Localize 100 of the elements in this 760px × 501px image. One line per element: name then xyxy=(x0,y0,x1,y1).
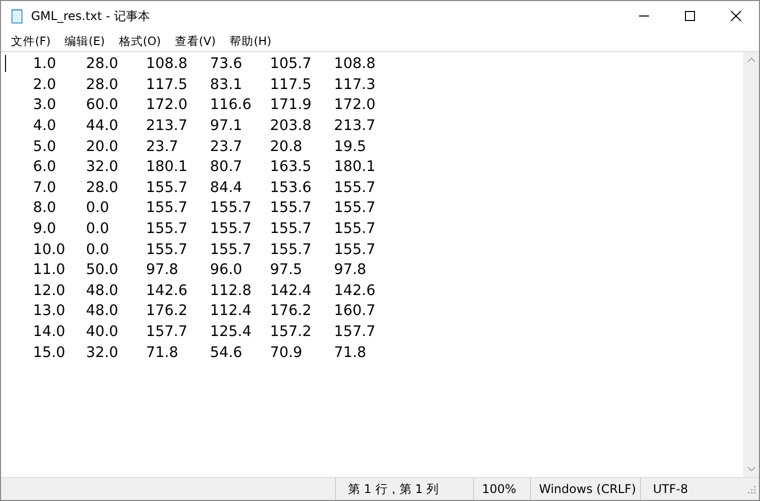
text-value: 32.0 xyxy=(86,159,120,176)
text-value: 44.0 xyxy=(86,118,120,134)
text-value: 28.0 xyxy=(86,56,120,72)
text-value: 83.1 xyxy=(210,76,244,93)
text-value: 105.7 xyxy=(270,56,313,72)
text-value: 48.0 xyxy=(86,282,120,299)
text-value: 112.4 xyxy=(210,303,253,320)
text-value: 171.9 xyxy=(270,97,313,114)
text-value: 12.0 xyxy=(33,282,66,299)
text-value: 160.7 xyxy=(334,303,377,320)
text-value: 157.7 xyxy=(334,324,377,340)
text-value: 84.4 xyxy=(210,180,244,196)
text-value: 180.1 xyxy=(146,159,189,176)
text-value: 155.7 xyxy=(270,221,313,238)
text-value: 97.1 xyxy=(210,118,244,134)
text-value: 5.0 xyxy=(33,138,58,155)
text-value: 157.2 xyxy=(270,324,313,340)
line-ending: Windows (CRLF) xyxy=(530,478,640,500)
text-value: 6.0 xyxy=(33,159,58,176)
text-value: 4.0 xyxy=(33,118,58,134)
text-value: 155.7 xyxy=(334,221,377,238)
text-value: 213.7 xyxy=(146,118,189,134)
text-value: 73.6 xyxy=(210,56,244,72)
menu-item[interactable]: 帮助(H) xyxy=(224,34,278,48)
text-value: 32.0 xyxy=(86,344,120,361)
text-value: 2.0 xyxy=(33,76,58,93)
text-value: 117.5 xyxy=(270,76,313,93)
text-value: 3.0 xyxy=(33,97,58,114)
text-value: 112.8 xyxy=(210,282,253,299)
text-value: 155.7 xyxy=(270,200,313,216)
text-value: 15.0 xyxy=(33,344,66,361)
text-value: 7.0 xyxy=(33,180,58,196)
text-value: 71.8 xyxy=(334,344,368,361)
text-value: 96.0 xyxy=(210,262,244,278)
text-value: 155.7 xyxy=(146,221,189,238)
notepad-icon xyxy=(9,8,25,24)
text-value: 108.8 xyxy=(146,56,189,72)
resize-grip-icon[interactable] xyxy=(746,484,756,494)
text-value: 40.0 xyxy=(86,324,120,340)
text-value: 117.3 xyxy=(334,76,377,93)
text-value: 11.0 xyxy=(33,262,66,278)
text-value: 155.7 xyxy=(210,200,253,216)
text-value: 155.7 xyxy=(334,242,377,258)
text-value: 153.6 xyxy=(270,180,313,196)
text-value: 23.7 xyxy=(210,138,244,155)
text-value: 172.0 xyxy=(334,97,377,114)
text-value: 155.7 xyxy=(334,180,377,196)
text-value: 176.2 xyxy=(270,303,313,320)
menu-item[interactable]: 文件(F) xyxy=(5,34,57,48)
text-value: 50.0 xyxy=(86,262,120,278)
text-value: 157.7 xyxy=(146,324,189,340)
text-value: 9.0 xyxy=(33,221,58,238)
text-value: 48.0 xyxy=(86,303,120,320)
text-value: 0.0 xyxy=(86,221,110,238)
text-value: 176.2 xyxy=(146,303,189,320)
maximize-icon[interactable] xyxy=(684,10,696,22)
text-value: 155.7 xyxy=(146,200,189,216)
text-value: 163.5 xyxy=(270,159,313,176)
text-value: 97.5 xyxy=(270,262,304,278)
text-value: 13.0 xyxy=(33,303,66,320)
text-value: 20.0 xyxy=(86,138,120,155)
text-value: 142.6 xyxy=(146,282,189,299)
text-value: 10.0 xyxy=(33,242,66,258)
text-value: 28.0 xyxy=(86,180,120,196)
text-value: 117.5 xyxy=(146,76,189,93)
menu-item[interactable]: 格式(O) xyxy=(112,34,167,48)
menu-item[interactable]: 编辑(E) xyxy=(58,34,111,48)
text-value: 0.0 xyxy=(86,242,110,258)
text-value: 172.0 xyxy=(146,97,189,114)
text-value: 19.5 xyxy=(334,138,368,155)
text-value: 108.8 xyxy=(334,56,377,72)
text-value: 203.8 xyxy=(270,118,313,134)
menu-item[interactable]: 查看(V) xyxy=(168,34,222,48)
close-icon[interactable] xyxy=(730,10,742,22)
text-value: 54.6 xyxy=(210,344,244,361)
text-value: 213.7 xyxy=(334,118,377,134)
text-value: 180.1 xyxy=(334,159,377,176)
text-value: 28.0 xyxy=(86,76,120,93)
text-value: 97.8 xyxy=(146,262,180,278)
text-value: 0.0 xyxy=(86,200,110,216)
text-value: 155.7 xyxy=(334,200,377,216)
text-value: 23.7 xyxy=(146,138,180,155)
text-value: 8.0 xyxy=(33,200,58,216)
text-value: 142.4 xyxy=(270,282,313,299)
text-value: 155.7 xyxy=(146,242,189,258)
encoding: UTF-8 xyxy=(640,478,740,500)
text-value: 71.8 xyxy=(146,344,180,361)
text-value: 125.4 xyxy=(210,324,253,340)
text-value: 155.7 xyxy=(210,242,253,258)
text-value: 14.0 xyxy=(33,324,66,340)
cursor-position: 第 1 行，第 1 列 xyxy=(335,478,473,500)
text-value: 155.7 xyxy=(146,180,189,196)
text-value: 1.0 xyxy=(33,56,58,72)
text-value: 20.8 xyxy=(270,138,304,155)
zoom-level: 100% xyxy=(473,478,530,500)
text-value: 60.0 xyxy=(86,97,120,114)
text-value: 70.9 xyxy=(270,344,304,361)
window-title: GML_res.txt - 记事本 xyxy=(31,8,150,24)
text-value: 116.6 xyxy=(210,97,253,114)
text-value: 80.7 xyxy=(210,159,244,176)
